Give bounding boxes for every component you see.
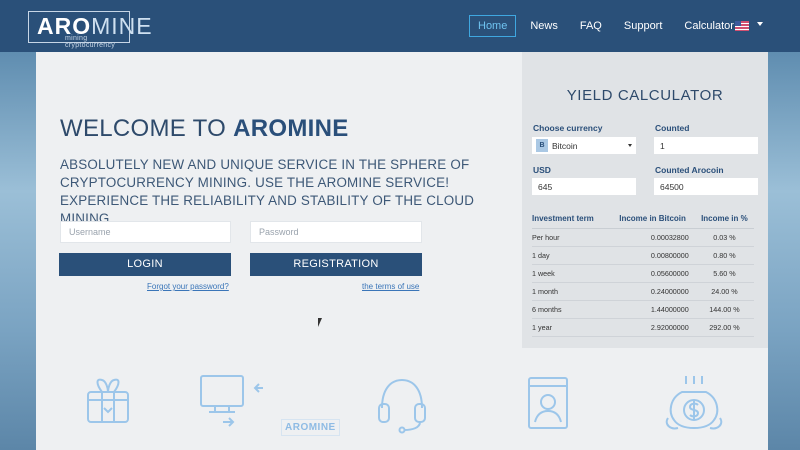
nav-faq[interactable]: FAQ: [572, 16, 610, 36]
title-brand: AROMINE: [233, 115, 349, 142]
table-cell: 6 months: [532, 300, 611, 319]
usd-label: USD: [533, 165, 551, 175]
terms-of-use-link[interactable]: the terms of use: [362, 282, 419, 291]
choose-currency-label: Choose currency: [533, 123, 603, 133]
counted-input[interactable]: 1: [654, 137, 758, 154]
nav-news[interactable]: News: [522, 16, 566, 36]
background-right: [768, 52, 800, 450]
counted-arocoin-input[interactable]: 64500: [654, 178, 758, 195]
logo-tagline: mining cryptocurrency: [65, 35, 116, 49]
yield-table: Investment term Income in Bitcoin Income…: [532, 210, 754, 337]
monitor-transfer-icon: [199, 374, 279, 432]
chevron-down-icon: [628, 144, 632, 147]
yield-calculator: YIELD CALCULATOR Choose currency B Bitco…: [522, 52, 768, 348]
table-cell: 1 year: [532, 318, 611, 337]
table-cell: 0.00032800: [610, 228, 695, 247]
user-profile-icon: [527, 376, 569, 430]
usd-input[interactable]: 645: [532, 178, 636, 195]
registration-button[interactable]: REGISTRATION: [250, 253, 422, 276]
nav-home[interactable]: Home: [469, 15, 517, 37]
aromine-transfer-label: AROMINE: [281, 419, 340, 436]
us-flag-icon[interactable]: [735, 21, 749, 31]
top-navbar: AROMINE mining cryptocurrency Home News …: [0, 0, 800, 52]
password-input[interactable]: Password: [250, 221, 422, 243]
gift-box-icon: [82, 372, 134, 426]
table-cell: 0.80 %: [694, 246, 754, 265]
currency-select-value: Bitcoin: [552, 141, 578, 151]
table-cell: 2.92000000: [610, 318, 695, 337]
nav-calculator[interactable]: Calculator: [676, 16, 742, 36]
calculator-title: YIELD CALCULATOR: [566, 87, 724, 104]
main-nav: Home News FAQ Support Calculator: [469, 15, 748, 37]
intro-text: ABSOLUTELY NEW AND UNIQUE SERVICE IN THE…: [60, 157, 475, 226]
username-input[interactable]: Username: [60, 221, 231, 243]
table-cell: 0.05600000: [610, 264, 695, 283]
table-header: Income in %: [694, 210, 754, 229]
table-cell: 292.00 %: [694, 318, 754, 337]
nav-support[interactable]: Support: [616, 16, 671, 36]
login-button[interactable]: LOGIN: [59, 253, 231, 276]
table-header: Investment term: [532, 210, 611, 229]
table-row: 1 week 0.05600000 5.60 %: [532, 264, 754, 283]
main-panel: WELCOME TO AROMINE ABSOLUTELY NEW AND UN…: [36, 52, 768, 450]
table-cell: 24.00 %: [694, 282, 754, 301]
mouse-cursor: [318, 318, 322, 327]
table-row: 1 year 2.92000000 292.00 %: [532, 318, 754, 337]
table-cell: 144.00 %: [694, 300, 754, 319]
table-cell: 1 week: [532, 264, 611, 283]
table-cell: 0.24000000: [610, 282, 695, 301]
logo[interactable]: AROMINE mining cryptocurrency: [28, 11, 152, 49]
table-cell: 1 month: [532, 282, 611, 301]
counted-arocoin-label: Counted Arocoin: [655, 165, 724, 175]
currency-select[interactable]: B Bitcoin: [532, 137, 636, 154]
background-left: [0, 52, 36, 450]
table-row: 1 day 0.00800000 0.80 %: [532, 246, 754, 265]
table-row: 1 month 0.24000000 24.00 %: [532, 282, 754, 301]
title-prefix: WELCOME TO: [60, 115, 227, 142]
headset-icon: [376, 376, 428, 434]
chevron-down-icon[interactable]: [757, 22, 763, 26]
forgot-password-link[interactable]: Forgot your password?: [147, 282, 229, 291]
table-cell: 1.44000000: [610, 300, 695, 319]
counted-label: Counted: [655, 123, 690, 133]
table-cell: 0.00800000: [610, 246, 695, 265]
table-row: 6 months 1.44000000 144.00 %: [532, 300, 754, 319]
money-bag-icon: [664, 374, 724, 432]
table-cell: 0.03 %: [694, 228, 754, 247]
table-cell: 1 day: [532, 246, 611, 265]
page-title: WELCOME TO AROMINE: [60, 115, 349, 143]
bitcoin-icon: B: [536, 139, 548, 152]
table-header: Income in Bitcoin: [610, 210, 695, 229]
table-cell: Per hour: [532, 228, 611, 247]
table-header-row: Investment term Income in Bitcoin Income…: [532, 210, 754, 229]
table-cell: 5.60 %: [694, 264, 754, 283]
table-row: Per hour 0.00032800 0.03 %: [532, 228, 754, 247]
